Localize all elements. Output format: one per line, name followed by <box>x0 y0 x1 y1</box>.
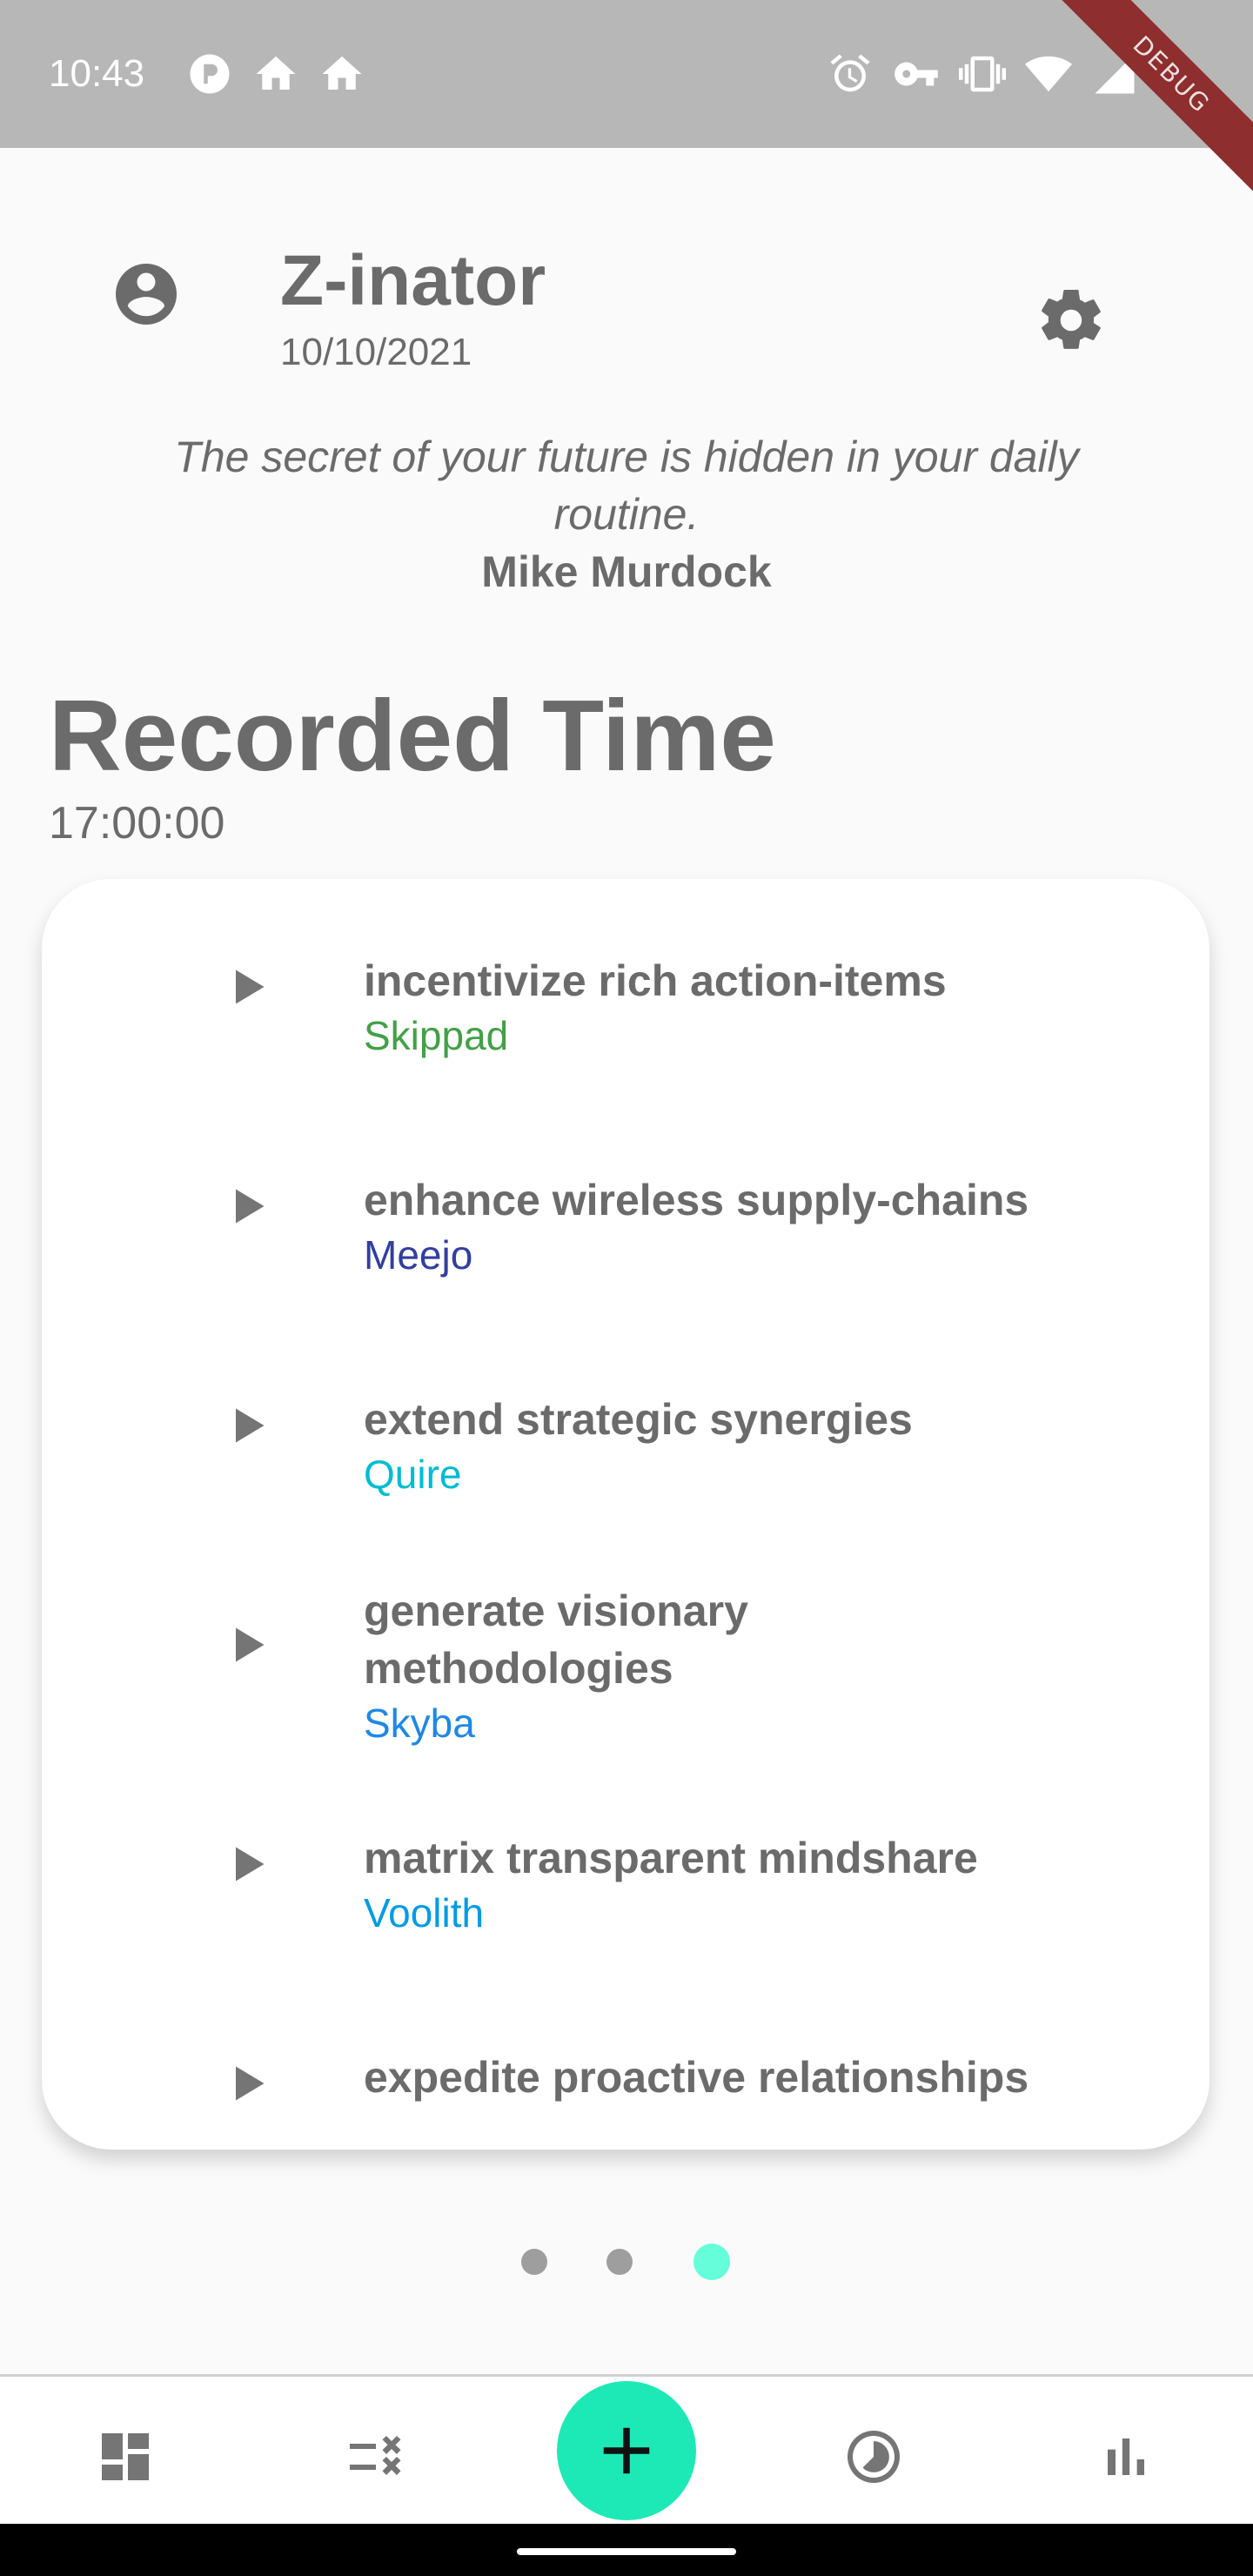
task-text: generate visionary methodologies Skyba <box>364 1582 816 1749</box>
section-title: Recorded Time <box>49 679 776 792</box>
debug-banner: DEBUG <box>1042 0 1253 204</box>
task-title: extend strategic synergies <box>364 1395 913 1444</box>
checklist-icon[interactable] <box>345 2425 407 2488</box>
bar-chart-icon[interactable] <box>1095 2425 1157 2488</box>
task-text: matrix transparent mindshare Voolith <box>364 1829 1147 1939</box>
task-project: Skippad <box>364 1013 509 1058</box>
play-icon[interactable] <box>224 1184 270 1229</box>
gear-icon[interactable] <box>1035 284 1109 357</box>
task-list-item[interactable]: enhance wireless supply-chains Meejo <box>42 1097 1209 1316</box>
play-icon[interactable] <box>224 2061 270 2106</box>
vibrate-icon <box>959 50 1006 97</box>
task-list-item[interactable]: expedite proactive relationships <box>42 1974 1209 2115</box>
play-icon[interactable] <box>224 1841 270 1887</box>
play-icon[interactable] <box>224 1403 270 1448</box>
page-indicator <box>0 2240 1253 2284</box>
task-title: generate visionary methodologies <box>364 1587 748 1693</box>
task-title: enhance wireless supply-chains <box>364 1176 1029 1224</box>
task-list[interactable]: incentivize rich action-items Skippad enha… <box>42 940 1209 2115</box>
quote-author: Mike Murdock <box>481 547 772 596</box>
task-text: expedite proactive relationships <box>364 2049 1147 2106</box>
recorded-total-time: 17:00:00 <box>49 798 225 849</box>
home-icon <box>252 50 299 97</box>
task-list-item[interactable]: matrix transparent mindshare Voolith <box>42 1754 1209 1974</box>
status-bar: 10:43 DEBUG <box>0 0 1253 204</box>
status-left-icons <box>186 50 365 97</box>
status-time: 10:43 <box>49 52 145 95</box>
vpn-key-icon <box>893 50 940 97</box>
task-title: incentivize rich action-items <box>364 956 947 1005</box>
timelapse-icon[interactable] <box>842 2425 905 2488</box>
app-screen: 10:43 DEBUG Z-inator 10/10/2021 The secr… <box>0 0 1253 2576</box>
alarm-icon <box>827 50 874 97</box>
task-project: Voolith <box>364 1890 485 1935</box>
play-icon[interactable] <box>224 1622 270 1667</box>
task-list-item[interactable]: incentivize rich action-items Skippad <box>42 940 1209 1097</box>
task-text: enhance wireless supply-chains Meejo <box>364 1171 1147 1281</box>
quote-text: The secret of your future is hidden in y… <box>174 433 1079 539</box>
page-dot[interactable] <box>694 2244 730 2280</box>
task-title: expedite proactive relationships <box>364 2053 1029 2102</box>
page-dot[interactable] <box>521 2249 547 2275</box>
home-gesture-handle[interactable] <box>517 2548 736 2555</box>
account-circle-icon[interactable] <box>110 258 183 331</box>
task-project: Meejo <box>364 1232 473 1278</box>
dashboard-icon[interactable] <box>94 2425 157 2488</box>
daily-quote: The secret of your future is hidden in y… <box>113 428 1140 600</box>
recorded-time-card: incentivize rich action-items Skippad enha… <box>42 879 1209 2150</box>
task-title: matrix transparent mindshare <box>364 1834 978 1882</box>
app-title: Z-inator <box>280 241 546 320</box>
header-date: 10/10/2021 <box>280 331 472 373</box>
task-text: extend strategic synergies Quire <box>364 1391 1147 1500</box>
page-dot[interactable] <box>606 2249 633 2275</box>
play-icon[interactable] <box>224 964 270 1010</box>
task-project: Skyba <box>364 1701 475 1746</box>
wifi-icon <box>1025 50 1072 97</box>
home-icon <box>318 50 365 97</box>
app-notification-icon <box>186 50 233 97</box>
task-project: Quire <box>364 1452 462 1497</box>
task-list-item[interactable]: generate visionary methodologies Skyba <box>42 1535 1209 1754</box>
task-list-item[interactable]: extend strategic synergies Quire <box>42 1316 1209 1535</box>
task-text: incentivize rich action-items Skippad <box>364 952 1147 1062</box>
add-icon <box>603 2427 650 2474</box>
add-button[interactable] <box>557 2381 696 2520</box>
